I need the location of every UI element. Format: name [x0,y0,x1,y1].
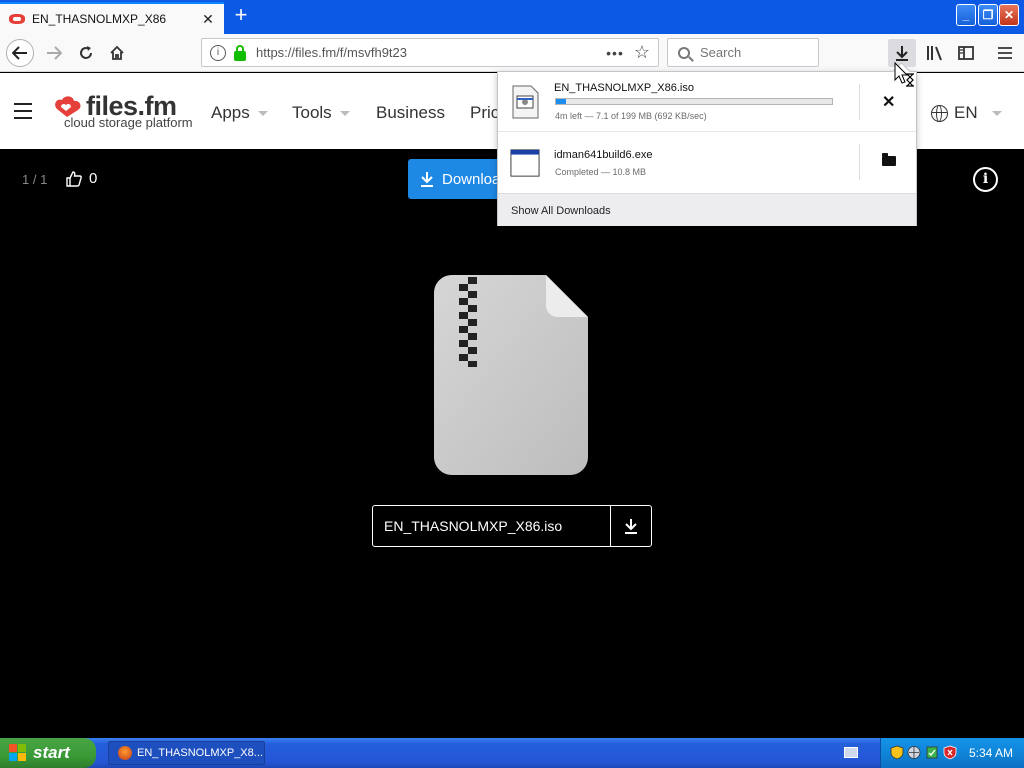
file-viewer: 1 / 1 0 Downloa i EN_THASNOLMXP_X86.iso [0,149,1024,738]
navigation-toolbar: i https://files.fm/f/msvfh9t23 ••• ☆ [0,34,1024,72]
download-item-name: idman641build6.exe [554,149,653,161]
nav-business[interactable]: Business [376,103,445,123]
home-icon [110,45,124,60]
home-button[interactable] [103,39,131,67]
keyboard-icon[interactable] [844,747,858,758]
site-info-icon[interactable]: i [210,44,226,61]
sidebar-button[interactable] [952,39,980,67]
tab-title: EN_THASNOLMXP_X86 [32,12,167,26]
arrow-left-icon [12,46,27,60]
mouse-cursor-icon [894,62,914,87]
system-tray: 5:34 AM [880,738,1024,768]
site-menu-button[interactable] [14,103,32,119]
download-progress-bar [555,98,833,105]
download-button-label: Downloa [442,170,501,188]
bookmark-star-icon[interactable]: ☆ [634,42,650,63]
nav-apps-label: Apps [211,103,250,122]
nav-pricing[interactable]: Pric [470,103,499,123]
browser-tab[interactable]: EN_THASNOLMXP_X86 ✕ [0,2,224,34]
file-download-button[interactable] [610,506,651,546]
clock: 5:34 AM [969,746,1014,760]
download-item[interactable]: idman641build6.exe Completed — 10.8 MB [498,132,916,193]
forward-button[interactable] [40,39,68,67]
zip-file-icon [434,275,588,475]
nav-apps[interactable]: Apps [211,103,268,123]
like-count: 0 [89,170,98,187]
search-input[interactable] [700,45,810,60]
nav-tools-label: Tools [292,103,332,122]
reload-icon [80,46,92,59]
back-button[interactable] [6,39,34,67]
thumbs-up-icon [66,170,82,187]
nav-tools[interactable]: Tools [292,103,350,123]
taskbar-item-label: EN_THASNOLMXP_X8... [137,747,263,759]
page-actions-button[interactable]: ••• [606,45,624,61]
file-name: EN_THASNOLMXP_X86.iso [384,518,563,534]
shield-icon[interactable] [890,745,904,760]
file-counter: 1 / 1 [22,172,48,187]
security-alert-icon[interactable] [943,745,957,760]
download-item-status: 4m left — 7.1 of 199 MB (692 KB/sec) [555,111,707,121]
window-close-button[interactable]: ✕ [999,4,1019,26]
network-icon[interactable] [907,745,921,760]
info-icon[interactable]: i [973,167,998,192]
search-icon [678,46,690,59]
hamburger-menu-icon [998,47,1012,59]
downloads-panel: EN_THASNOLMXP_X86.iso 4m left — 7.1 of 1… [497,71,917,226]
sidebar-icon [958,46,974,60]
start-button[interactable]: start [0,738,96,768]
window-maximize-button[interactable]: ❐ [978,4,998,26]
iso-file-icon [512,85,539,119]
chevron-down-icon [257,111,268,117]
globe-icon [931,104,948,122]
download-item-name: EN_THASNOLMXP_X86.iso [554,82,694,94]
library-button[interactable] [921,39,949,67]
exe-file-icon [510,149,540,177]
like-button[interactable]: 0 [66,170,97,187]
download-arrow-icon [896,46,908,61]
new-tab-button[interactable]: + [230,4,252,28]
arrow-right-icon [47,46,62,60]
show-all-downloads-button[interactable]: Show All Downloads [498,193,916,226]
file-name-box: EN_THASNOLMXP_X86.iso [372,505,652,547]
nav-business-label: Business [376,103,445,122]
logo-tagline: cloud storage platform [64,115,193,130]
taskbar: start EN_THASNOLMXP_X8... 5:34 AM [0,738,1024,768]
taskbar-item-firefox[interactable]: EN_THASNOLMXP_X8... [108,741,265,765]
chevron-down-icon [991,110,1002,116]
show-all-downloads-label: Show All Downloads [511,205,611,217]
open-folder-icon[interactable] [882,153,896,166]
app-menu-button[interactable] [991,39,1019,67]
firefox-icon [118,746,132,760]
chevron-down-icon [339,111,350,117]
windows-logo-icon [9,744,27,762]
download-item-status: Completed — 10.8 MB [555,167,647,177]
search-bar[interactable] [667,38,819,67]
window-minimize-button[interactable]: _ [956,4,976,26]
library-icon [927,46,942,61]
lock-icon [234,44,246,61]
address-bar[interactable]: i https://files.fm/f/msvfh9t23 ••• ☆ [201,38,659,67]
language-selector[interactable]: EN [931,103,1002,123]
url-text[interactable]: https://files.fm/f/msvfh9t23 [256,45,606,60]
start-label: start [33,743,70,762]
reload-button[interactable] [72,39,100,67]
download-item[interactable]: EN_THASNOLMXP_X86.iso 4m left — 7.1 of 1… [498,72,916,132]
language-label: EN [954,103,978,122]
favicon-icon [9,14,25,24]
download-icon [421,172,433,187]
download-icon [625,519,637,534]
antivirus-icon[interactable] [925,745,939,760]
tab-strip: EN_THASNOLMXP_X86 ✕ + _ ❐ ✕ [0,0,1024,34]
cancel-download-button[interactable]: ✕ [882,92,895,112]
tab-close-button[interactable]: ✕ [198,11,218,28]
nav-pricing-label: Pric [470,103,500,122]
